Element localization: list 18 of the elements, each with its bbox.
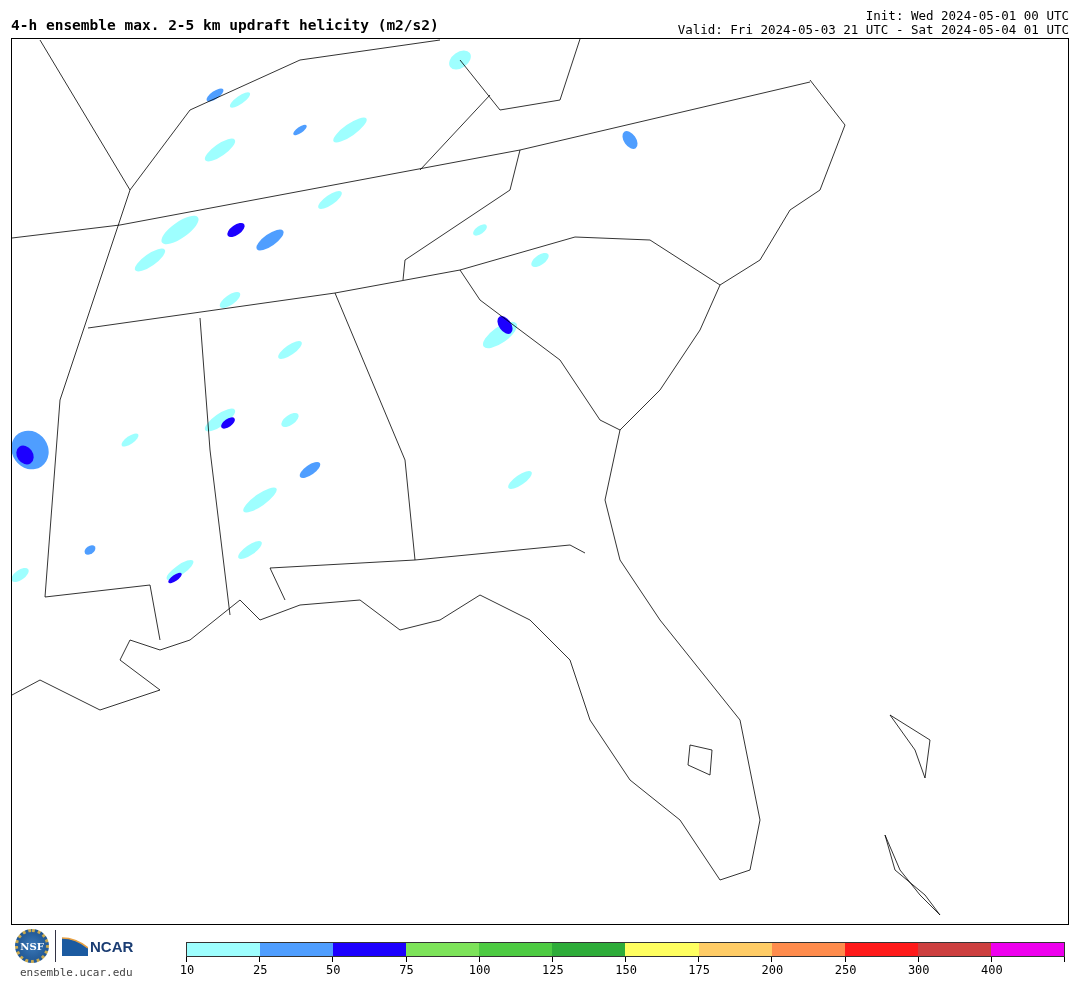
scale-label: 200: [761, 963, 784, 977]
scale-label: 10: [179, 963, 195, 977]
valid-time: Valid: Fri 2024-05-03 21 UTC - Sat 2024-05-04 01 UTC: [677, 23, 1069, 37]
scale-label: 400: [981, 963, 1003, 977]
scale-label: 50: [326, 963, 341, 977]
scale-label: 250: [834, 963, 857, 977]
scale-label: 75: [399, 963, 414, 977]
website-url: ensemble.ucar.edu: [20, 966, 133, 979]
scale-label: 175: [688, 963, 711, 977]
scale-label: 25: [252, 963, 268, 977]
ncar-logo: NCAR: [62, 936, 134, 956]
scale-label: 125: [542, 963, 564, 977]
nsf-logo: NSF: [15, 929, 49, 963]
init-time: Init: Wed 2024-05-01 00 UTC: [864, 9, 1069, 23]
chart-title: 4-h ensemble max. 2-5 km updraft helicity (m2/s2): [11, 17, 439, 35]
scale-label: 150: [615, 963, 637, 977]
scale-label: 300: [907, 963, 930, 977]
scale-label: 100: [468, 963, 491, 977]
